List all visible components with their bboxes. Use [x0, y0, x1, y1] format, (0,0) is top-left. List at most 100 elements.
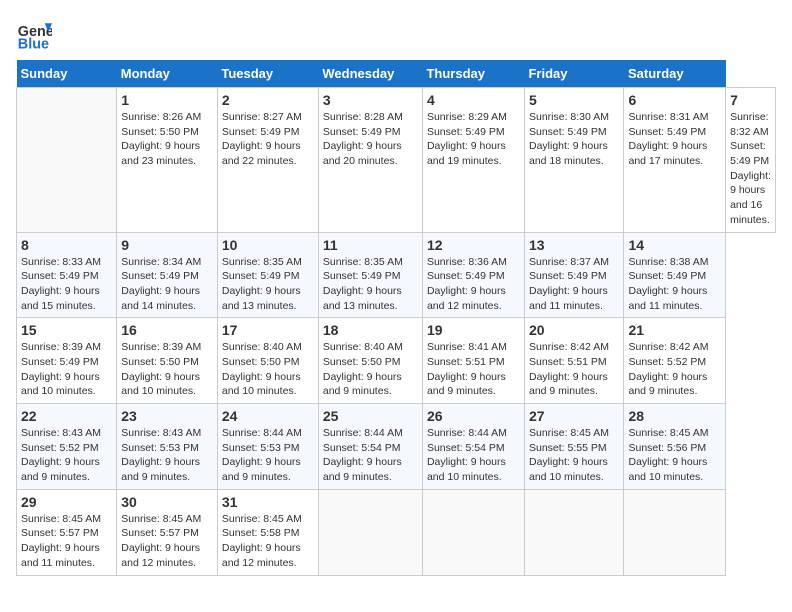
- day-number: 10: [222, 237, 314, 253]
- day-number: 5: [529, 92, 620, 108]
- day-info: Sunrise: 8:30 AMSunset: 5:49 PMDaylight:…: [529, 110, 620, 169]
- calendar-cell: 29Sunrise: 8:45 AMSunset: 5:57 PMDayligh…: [17, 489, 117, 575]
- day-info: Sunrise: 8:39 AMSunset: 5:50 PMDaylight:…: [121, 340, 213, 399]
- calendar-cell: 10 Sunrise: 8:35 AMSunset: 5:49 PMDayligh…: [217, 232, 318, 318]
- calendar-cell: 20 Sunrise: 8:42 AMSunset: 5:51 PMDayligh…: [524, 318, 624, 404]
- day-number: 22: [21, 408, 112, 424]
- day-info: Sunrise: 8:31 AMSunset: 5:49 PMDaylight:…: [628, 110, 721, 169]
- calendar-cell: 16 Sunrise: 8:39 AMSunset: 5:50 PMDayligh…: [117, 318, 218, 404]
- calendar-cell: 23 Sunrise: 8:43 AMSunset: 5:53 PMDayligh…: [117, 404, 218, 490]
- calendar-cell: 1Sunrise: 8:26 AMSunset: 5:50 PMDaylight…: [117, 88, 218, 233]
- day-info: Sunrise: 8:36 AMSunset: 5:49 PMDaylight:…: [427, 255, 520, 314]
- day-info: Sunrise: 8:42 AMSunset: 5:51 PMDaylight:…: [529, 340, 620, 399]
- day-info: Sunrise: 8:43 AMSunset: 5:52 PMDaylight:…: [21, 426, 112, 485]
- day-number: 16: [121, 322, 213, 338]
- weekday-header-saturday: Saturday: [624, 60, 726, 88]
- calendar-week-row: 8 Sunrise: 8:33 AMSunset: 5:49 PMDaylight…: [17, 232, 776, 318]
- calendar-cell: 2 Sunrise: 8:27 AMSunset: 5:49 PMDaylight…: [217, 88, 318, 233]
- calendar-cell: 15 Sunrise: 8:39 AMSunset: 5:49 PMDayligh…: [17, 318, 117, 404]
- calendar-cell: 3 Sunrise: 8:28 AMSunset: 5:49 PMDaylight…: [318, 88, 422, 233]
- calendar-cell: 27Sunrise: 8:45 AMSunset: 5:55 PMDayligh…: [524, 404, 624, 490]
- weekday-header-friday: Friday: [524, 60, 624, 88]
- weekday-header-sunday: Sunday: [17, 60, 117, 88]
- day-number: 3: [323, 92, 418, 108]
- calendar-table: SundayMondayTuesdayWednesdayThursdayFrid…: [16, 60, 776, 576]
- calendar-cell: 22 Sunrise: 8:43 AMSunset: 5:52 PMDayligh…: [17, 404, 117, 490]
- day-info: Sunrise: 8:44 AMSunset: 5:54 PMDaylight:…: [427, 426, 520, 485]
- day-number: 13: [529, 237, 620, 253]
- day-number: 30: [121, 494, 213, 510]
- weekday-header-monday: Monday: [117, 60, 218, 88]
- calendar-week-row: 1Sunrise: 8:26 AMSunset: 5:50 PMDaylight…: [17, 88, 776, 233]
- day-info: Sunrise: 8:27 AMSunset: 5:49 PMDaylight:…: [222, 110, 314, 169]
- calendar-week-row: 15 Sunrise: 8:39 AMSunset: 5:49 PMDayligh…: [17, 318, 776, 404]
- day-number: 31: [222, 494, 314, 510]
- day-info: Sunrise: 8:45 AMSunset: 5:56 PMDaylight:…: [628, 426, 721, 485]
- day-number: 19: [427, 322, 520, 338]
- day-number: 4: [427, 92, 520, 108]
- calendar-cell: 6 Sunrise: 8:31 AMSunset: 5:49 PMDaylight…: [624, 88, 726, 233]
- day-info: Sunrise: 8:45 AMSunset: 5:57 PMDaylight:…: [121, 512, 213, 571]
- day-info: Sunrise: 8:28 AMSunset: 5:49 PMDaylight:…: [323, 110, 418, 169]
- calendar-cell: 14 Sunrise: 8:38 AMSunset: 5:49 PMDayligh…: [624, 232, 726, 318]
- day-number: 27: [529, 408, 620, 424]
- day-number: 21: [628, 322, 721, 338]
- day-number: 25: [323, 408, 418, 424]
- logo-icon: General Blue: [16, 16, 52, 52]
- weekday-header-thursday: Thursday: [422, 60, 524, 88]
- calendar-body: 1Sunrise: 8:26 AMSunset: 5:50 PMDaylight…: [17, 88, 776, 576]
- day-info: Sunrise: 8:44 AMSunset: 5:54 PMDaylight:…: [323, 426, 418, 485]
- day-info: Sunrise: 8:37 AMSunset: 5:49 PMDaylight:…: [529, 255, 620, 314]
- weekday-header-row: SundayMondayTuesdayWednesdayThursdayFrid…: [17, 60, 776, 88]
- day-number: 23: [121, 408, 213, 424]
- day-number: 14: [628, 237, 721, 253]
- day-number: 15: [21, 322, 112, 338]
- calendar-cell: [422, 489, 524, 575]
- day-number: 17: [222, 322, 314, 338]
- day-number: 18: [323, 322, 418, 338]
- page-header: General Blue: [16, 16, 776, 52]
- day-info: Sunrise: 8:43 AMSunset: 5:53 PMDaylight:…: [121, 426, 213, 485]
- day-number: 6: [628, 92, 721, 108]
- day-number: 20: [529, 322, 620, 338]
- calendar-cell: [624, 489, 726, 575]
- day-info: Sunrise: 8:39 AMSunset: 5:49 PMDaylight:…: [21, 340, 112, 399]
- day-info: Sunrise: 8:41 AMSunset: 5:51 PMDaylight:…: [427, 340, 520, 399]
- calendar-week-row: 22 Sunrise: 8:43 AMSunset: 5:52 PMDayligh…: [17, 404, 776, 490]
- calendar-cell: 26 Sunrise: 8:44 AMSunset: 5:54 PMDayligh…: [422, 404, 524, 490]
- day-info: Sunrise: 8:42 AMSunset: 5:52 PMDaylight:…: [628, 340, 721, 399]
- calendar-cell: 4Sunrise: 8:29 AMSunset: 5:49 PMDaylight…: [422, 88, 524, 233]
- day-info: Sunrise: 8:38 AMSunset: 5:49 PMDaylight:…: [628, 255, 721, 314]
- day-info: Sunrise: 8:33 AMSunset: 5:49 PMDaylight:…: [21, 255, 112, 314]
- day-number: 2: [222, 92, 314, 108]
- day-info: Sunrise: 8:32 AMSunset: 5:49 PMDaylight:…: [730, 110, 771, 228]
- calendar-cell: 21 Sunrise: 8:42 AMSunset: 5:52 PMDayligh…: [624, 318, 726, 404]
- calendar-cell: 8 Sunrise: 8:33 AMSunset: 5:49 PMDaylight…: [17, 232, 117, 318]
- calendar-cell: [524, 489, 624, 575]
- calendar-cell: [318, 489, 422, 575]
- day-info: Sunrise: 8:35 AMSunset: 5:49 PMDaylight:…: [323, 255, 418, 314]
- day-info: Sunrise: 8:35 AMSunset: 5:49 PMDaylight:…: [222, 255, 314, 314]
- day-info: Sunrise: 8:34 AMSunset: 5:49 PMDaylight:…: [121, 255, 213, 314]
- calendar-cell: 30 Sunrise: 8:45 AMSunset: 5:57 PMDayligh…: [117, 489, 218, 575]
- day-number: 8: [21, 237, 112, 253]
- day-number: 11: [323, 237, 418, 253]
- calendar-cell: 19 Sunrise: 8:41 AMSunset: 5:51 PMDayligh…: [422, 318, 524, 404]
- day-info: Sunrise: 8:40 AMSunset: 5:50 PMDaylight:…: [323, 340, 418, 399]
- day-number: 7: [730, 92, 771, 108]
- calendar-cell: 11 Sunrise: 8:35 AMSunset: 5:49 PMDayligh…: [318, 232, 422, 318]
- logo: General Blue: [16, 16, 52, 52]
- day-number: 9: [121, 237, 213, 253]
- calendar-week-row: 29Sunrise: 8:45 AMSunset: 5:57 PMDayligh…: [17, 489, 776, 575]
- day-number: 1: [121, 92, 213, 108]
- calendar-cell: 18 Sunrise: 8:40 AMSunset: 5:50 PMDayligh…: [318, 318, 422, 404]
- weekday-header-wednesday: Wednesday: [318, 60, 422, 88]
- calendar-cell: 17Sunrise: 8:40 AMSunset: 5:50 PMDayligh…: [217, 318, 318, 404]
- calendar-cell: [17, 88, 117, 233]
- calendar-cell: 25 Sunrise: 8:44 AMSunset: 5:54 PMDayligh…: [318, 404, 422, 490]
- weekday-header-tuesday: Tuesday: [217, 60, 318, 88]
- day-info: Sunrise: 8:45 AMSunset: 5:57 PMDaylight:…: [21, 512, 112, 571]
- day-number: 26: [427, 408, 520, 424]
- calendar-cell: 31 Sunrise: 8:45 AMSunset: 5:58 PMDayligh…: [217, 489, 318, 575]
- day-info: Sunrise: 8:45 AMSunset: 5:58 PMDaylight:…: [222, 512, 314, 571]
